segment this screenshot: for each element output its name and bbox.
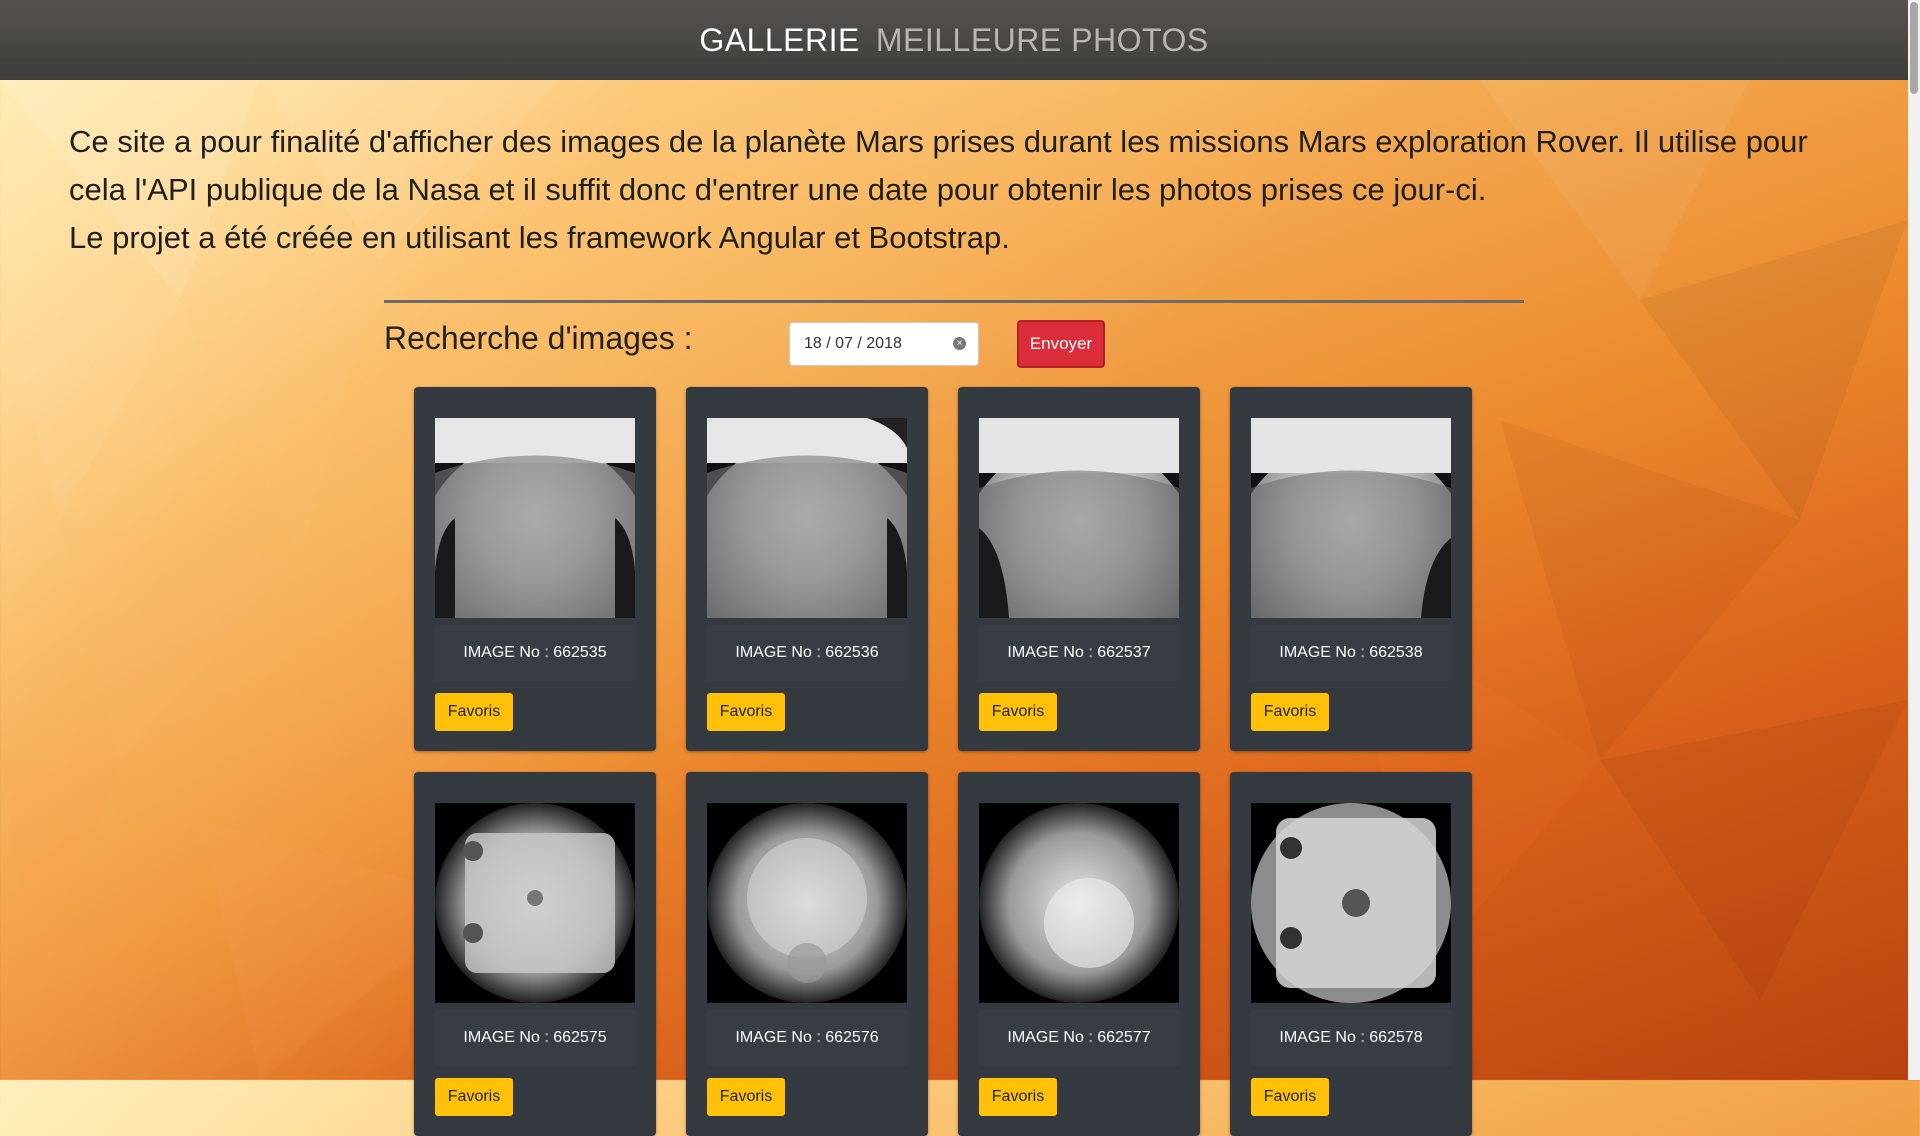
date-input-value: 18 / 07 / 2018 (804, 335, 902, 352)
image-caption: IMAGE No : 662577 (1007, 1029, 1151, 1046)
date-input[interactable]: 18 / 07 / 2018 × (789, 322, 979, 366)
mars-photo-image[interactable] (979, 418, 1179, 618)
image-card: IMAGE No : 662575 Favoris (414, 772, 656, 1136)
image-caption: IMAGE No : 662535 (463, 644, 607, 661)
favorite-button[interactable]: Favoris (707, 693, 785, 731)
mars-photo-image[interactable] (1251, 803, 1451, 1003)
image-card: IMAGE No : 662578 Favoris (1230, 772, 1472, 1136)
image-caption: IMAGE No : 662575 (463, 1029, 607, 1046)
scrollbar-thumb[interactable] (1910, 2, 1918, 94)
mars-photo-image[interactable] (435, 418, 635, 618)
mars-photo-image[interactable] (1251, 418, 1451, 618)
image-card: IMAGE No : 662576 Favoris (686, 772, 928, 1136)
page-scrollbar[interactable] (1908, 0, 1920, 1080)
send-button[interactable]: Envoyer (1017, 320, 1105, 368)
favorite-button[interactable]: Favoris (707, 1078, 785, 1116)
mars-photo-image[interactable] (435, 803, 635, 1003)
image-card: IMAGE No : 662535 Favoris (414, 387, 656, 751)
image-card: IMAGE No : 662538 Favoris (1230, 387, 1472, 751)
search-label: Recherche d'images : (384, 320, 693, 356)
intro-text: Ce site a pour finalité d'afficher des i… (69, 118, 1869, 262)
image-card: IMAGE No : 662537 Favoris (958, 387, 1200, 751)
top-navbar: GALLERIE MEILLEURE PHOTOS (0, 0, 1908, 80)
section-divider (384, 300, 1524, 303)
favorite-button[interactable]: Favoris (435, 693, 513, 731)
nav-link-gallerie[interactable]: GALLERIE (699, 22, 860, 59)
intro-paragraph-1: Ce site a pour finalité d'afficher des i… (69, 124, 1808, 207)
intro-paragraph-2: Le projet a été créée en utilisant les f… (69, 220, 1010, 255)
favorite-button[interactable]: Favoris (1251, 693, 1329, 731)
image-caption: IMAGE No : 662578 (1279, 1029, 1423, 1046)
favorite-button[interactable]: Favoris (979, 693, 1057, 731)
image-card: IMAGE No : 662536 Favoris (686, 387, 928, 751)
mars-photo-image[interactable] (707, 418, 907, 618)
image-caption: IMAGE No : 662537 (1007, 644, 1151, 661)
mars-photo-image[interactable] (707, 803, 907, 1003)
image-caption: IMAGE No : 662536 (735, 644, 879, 661)
image-card: IMAGE No : 662577 Favoris (958, 772, 1200, 1136)
mars-photo-image[interactable] (979, 803, 1179, 1003)
favorite-button[interactable]: Favoris (979, 1078, 1057, 1116)
nav-link-meilleure-photos[interactable]: MEILLEURE PHOTOS (876, 22, 1209, 59)
clear-icon[interactable]: × (953, 337, 966, 350)
image-caption: IMAGE No : 662538 (1279, 644, 1423, 661)
favorite-button[interactable]: Favoris (435, 1078, 513, 1116)
image-caption: IMAGE No : 662576 (735, 1029, 879, 1046)
favorite-button[interactable]: Favoris (1251, 1078, 1329, 1116)
